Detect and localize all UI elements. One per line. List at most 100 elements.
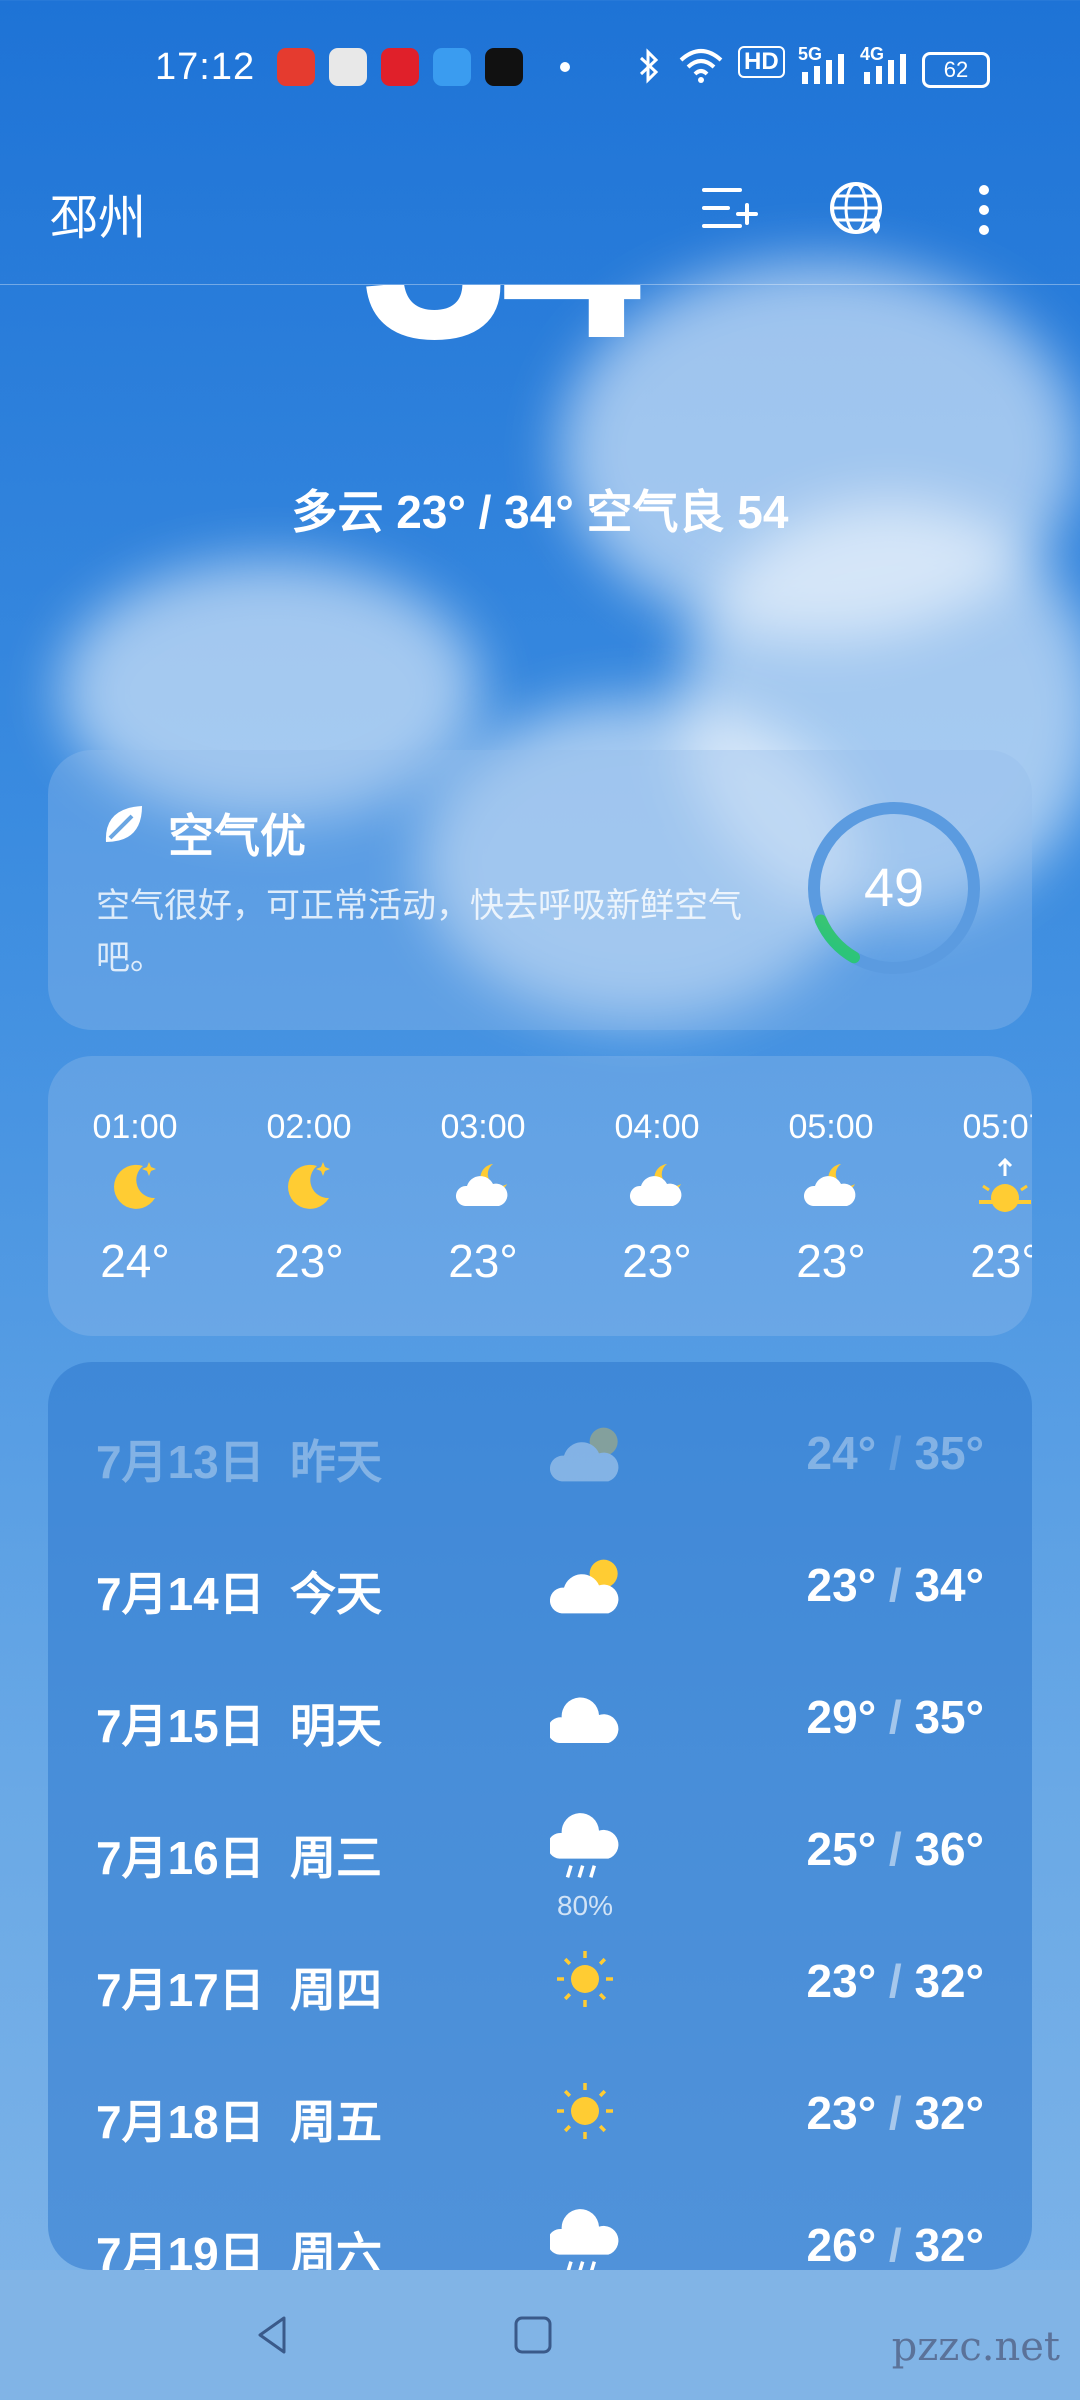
day-weather-icon bbox=[547, 1812, 620, 1882]
daily-row[interactable]: 7月17日 周四 23° / 32° bbox=[48, 1914, 1032, 2046]
hour-weather-icon bbox=[453, 1156, 513, 1216]
tiktok-app-icon bbox=[485, 48, 523, 86]
day-high: 32° bbox=[914, 1955, 984, 2007]
moon-icon bbox=[114, 1162, 156, 1209]
day-temp-range: 24° / 35° bbox=[807, 1426, 984, 1480]
day-temp-range: 23° / 34° bbox=[807, 1558, 984, 1612]
wifi-icon bbox=[679, 49, 723, 83]
hour-weather-icon bbox=[627, 1156, 687, 1216]
hour-temp: 23° bbox=[448, 1235, 518, 1287]
day-weather-icon bbox=[549, 1548, 620, 1618]
back-icon[interactable] bbox=[248, 2310, 298, 2360]
day-date: 7月19日 bbox=[96, 2228, 265, 2270]
cloudy-night-icon bbox=[803, 1164, 856, 1206]
battery-icon: 62 bbox=[922, 52, 990, 88]
temp-separator: / bbox=[888, 1559, 902, 1611]
hour-time: 03:00 bbox=[440, 1108, 526, 1146]
daily-row[interactable]: 7月18日 周五 23° / 32° bbox=[48, 2046, 1032, 2178]
temp-separator: / bbox=[888, 1427, 902, 1479]
battery-level: 62 bbox=[943, 57, 969, 82]
day-name: 周四 bbox=[290, 1964, 382, 2016]
hd-indicator: HD bbox=[738, 46, 785, 78]
rain-icon bbox=[547, 2209, 619, 2270]
hour-weather-icon bbox=[105, 1156, 165, 1216]
signal-4g-icon bbox=[864, 54, 906, 84]
hour-time: 05:07 bbox=[962, 1108, 1032, 1146]
air-quality-description: 空气很好，可正常活动，快去呼吸新鲜空气吧。 bbox=[96, 887, 742, 977]
more-icon[interactable] bbox=[954, 180, 1014, 240]
cloudy-night-icon bbox=[455, 1164, 508, 1206]
cloudy-night-icon bbox=[629, 1164, 682, 1206]
day-temp-range: 29° / 35° bbox=[807, 1690, 984, 1744]
day-date: 7月15日 bbox=[96, 1700, 265, 1752]
sun-icon bbox=[557, 2083, 613, 2139]
daily-row[interactable]: 7月19日 周六 26° / 32° bbox=[48, 2178, 1032, 2270]
day-low: 29° bbox=[806, 1691, 877, 1743]
rain-icon bbox=[547, 1813, 619, 1878]
hour-time: 05:00 bbox=[788, 1108, 874, 1146]
youtube-app-icon bbox=[277, 48, 315, 86]
day-weather-icon bbox=[549, 1416, 620, 1486]
hour-time: 02:00 bbox=[266, 1108, 352, 1146]
temp-separator: / bbox=[888, 2219, 902, 2270]
hour-temp: 23° bbox=[274, 1235, 344, 1287]
day-high: 34° bbox=[914, 1559, 984, 1611]
hour-temp: 23° bbox=[622, 1235, 692, 1287]
daily-row[interactable]: 7月14日 今天 23° / 34° bbox=[48, 1518, 1032, 1650]
day-date: 7月14日 bbox=[96, 1568, 265, 1620]
signal-5g-icon bbox=[802, 54, 844, 84]
day-name: 昨天 bbox=[290, 1436, 382, 1488]
day-name: 周五 bbox=[290, 2096, 382, 2148]
day-weather-icon bbox=[550, 2076, 620, 2146]
day-temp-range: 23° / 32° bbox=[807, 1954, 984, 2008]
day-temp-range: 23° / 32° bbox=[807, 2086, 984, 2140]
weather-summary: 多云 23° / 34° 空气良 54 bbox=[291, 486, 789, 538]
hour-weather-icon bbox=[801, 1156, 861, 1216]
day-weather-icon bbox=[550, 1944, 620, 2014]
add-city-icon[interactable] bbox=[700, 180, 760, 240]
daily-row[interactable]: 7月13日 昨天 24° / 35° bbox=[48, 1386, 1032, 1518]
hour-weather-icon bbox=[279, 1156, 339, 1216]
watermark: pzzc.net bbox=[891, 2324, 1060, 2370]
hourly-forecast-card[interactable]: 01:00 24° 02:00 23° 03:00 23° 04:00 23° 05:00 23°… bbox=[48, 1056, 1032, 1336]
more-notifications-dot bbox=[560, 62, 570, 72]
air-quality-title: 空气优 bbox=[168, 810, 306, 862]
day-low: 24° bbox=[806, 1427, 877, 1479]
day-weather-icon bbox=[547, 2208, 620, 2270]
city-name[interactable]: 邳州 bbox=[50, 178, 146, 248]
status-bar: 17:12 HD 5G 4G 62 bbox=[0, 0, 1080, 130]
day-temp-range: 25° / 36° bbox=[807, 1822, 984, 1876]
day-low: 23° bbox=[806, 2087, 877, 2139]
home-icon[interactable] bbox=[508, 2310, 558, 2360]
hour-time: 04:00 bbox=[614, 1108, 700, 1146]
globe-icon[interactable] bbox=[828, 180, 888, 240]
day-date: 7月17日 bbox=[96, 1964, 265, 2016]
aqi-value: 49 bbox=[863, 858, 925, 918]
cloud-icon bbox=[547, 1697, 619, 1743]
air-quality-card[interactable]: 空气优 空气很好，可正常活动，快去呼吸新鲜空气吧。 49 bbox=[48, 750, 1032, 1030]
sunrise-icon bbox=[979, 1157, 1031, 1212]
day-low: 25° bbox=[806, 1823, 877, 1875]
day-high: 35° bbox=[914, 1691, 984, 1743]
app-header: 邳州 bbox=[0, 130, 1080, 285]
day-low: 26° bbox=[806, 2219, 877, 2270]
leaf-icon bbox=[105, 806, 142, 842]
day-date: 7月18日 bbox=[96, 2096, 265, 2148]
partly-cloudy-icon bbox=[549, 1427, 619, 1482]
daily-row[interactable]: 7月15日 明天 29° / 35° bbox=[48, 1650, 1032, 1782]
toutiao-app-icon bbox=[329, 48, 367, 86]
temp-separator: / bbox=[888, 1823, 902, 1875]
daily-row[interactable]: 7月16日 周三 80% 25° / 36° bbox=[48, 1782, 1032, 1921]
day-date: 7月16日 bbox=[96, 1832, 265, 1884]
hour-temp: 23° bbox=[796, 1235, 866, 1287]
sun-icon bbox=[557, 1951, 613, 2007]
daily-forecast-card[interactable]: 7月13日 昨天 24° / 35° 7月14日 今天 23° / 34° 7月15日 明天 2… bbox=[48, 1362, 1032, 2270]
day-weather-icon bbox=[547, 1680, 620, 1750]
moon-icon bbox=[288, 1162, 330, 1209]
day-name: 今天 bbox=[290, 1568, 382, 1620]
hour-temp: 24° bbox=[100, 1235, 170, 1287]
temp-separator: / bbox=[888, 2087, 902, 2139]
day-temp-range: 26° / 32° bbox=[807, 2218, 984, 2270]
day-name: 周三 bbox=[290, 1832, 382, 1884]
temp-separator: / bbox=[888, 1691, 902, 1743]
